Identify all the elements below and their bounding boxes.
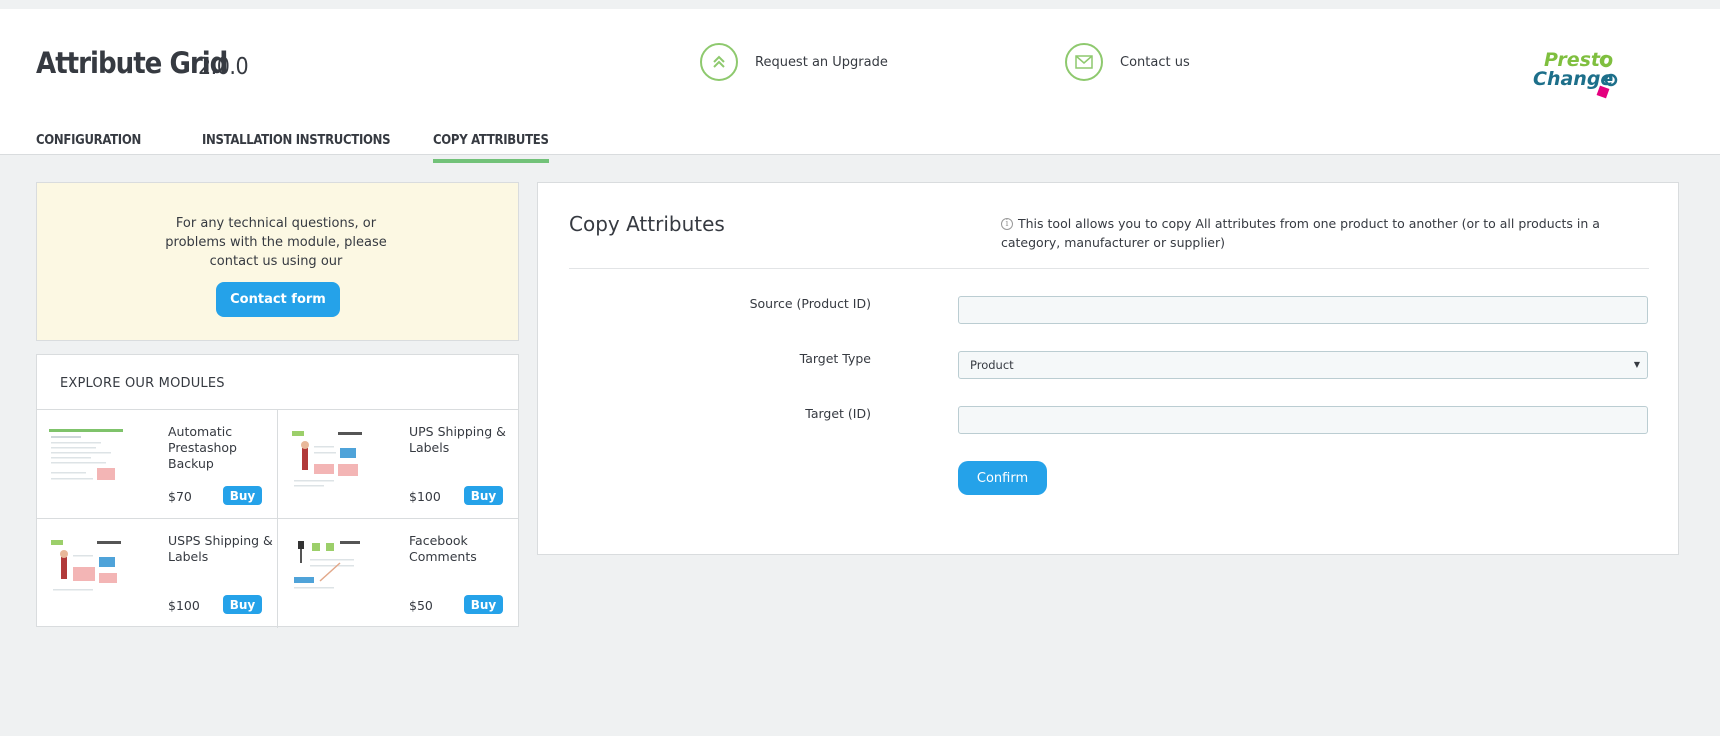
module-price: $50 (409, 598, 433, 613)
target-type-value: Product (970, 358, 1014, 372)
top-strip (0, 0, 1720, 9)
tab-configuration[interactable]: CONFIGURATION (36, 133, 141, 163)
module-name[interactable]: Automatic Prestashop Backup (168, 424, 273, 472)
panel-info: i This tool allows you to copy All attrib… (1001, 214, 1631, 252)
tab-copy-attributes[interactable]: COPY ATTRIBUTES (433, 133, 549, 163)
module-card: Facebook Comments $50 Buy (278, 519, 518, 628)
module-price: $100 (168, 598, 200, 613)
app-version: 2.0.0 (198, 54, 249, 80)
buy-button[interactable]: Buy (464, 595, 503, 614)
request-upgrade-link[interactable]: Request an Upgrade (700, 42, 888, 82)
panel-info-text: This tool allows you to copy All attribu… (1001, 216, 1600, 250)
copy-attributes-panel: Copy Attributes i This tool allows you to… (537, 182, 1679, 555)
target-type-label: Target Type (799, 351, 871, 366)
target-type-select[interactable]: Product ▼ (958, 351, 1648, 379)
contact-us-label: Contact us (1120, 54, 1190, 70)
modules-title: EXPLORE OUR MODULES (60, 376, 225, 391)
module-name[interactable]: Facebook Comments (409, 533, 514, 565)
tab-installation-instructions[interactable]: INSTALLATION INSTRUCTIONS (202, 133, 391, 163)
presto-changeo-logo: Presto Change (1530, 45, 1622, 103)
module-card: USPS Shipping & Labels $100 Buy (37, 519, 278, 628)
request-upgrade-label: Request an Upgrade (755, 54, 888, 70)
module-price: $100 (409, 489, 441, 504)
module-thumbnail[interactable] (290, 428, 364, 494)
chevron-down-icon: ▼ (1633, 360, 1640, 369)
source-product-id-label: Source (Product ID) (749, 296, 871, 311)
panel-title: Copy Attributes (569, 212, 725, 236)
info-icon: i (1001, 218, 1013, 230)
contact-form-button[interactable]: Contact form (216, 282, 340, 317)
double-chevron-up-icon (700, 43, 738, 81)
buy-button[interactable]: Buy (223, 595, 262, 614)
contact-us-link[interactable]: Contact us (1065, 42, 1190, 82)
target-id-label: Target (ID) (805, 406, 871, 421)
explore-modules-panel: EXPLORE OUR MODULES Automatic Prestashop… (36, 354, 519, 628)
module-thumbnail[interactable] (49, 428, 123, 494)
module-header: Attribute Grid 2.0.0 Request an Upgrade … (0, 9, 1720, 163)
confirm-button[interactable]: Confirm (958, 461, 1047, 495)
module-name[interactable]: USPS Shipping & Labels (168, 533, 273, 565)
module-card: Automatic Prestashop Backup $70 Buy (37, 410, 278, 519)
module-price: $70 (168, 489, 192, 504)
buy-button[interactable]: Buy (223, 486, 262, 505)
module-thumbnail[interactable] (290, 537, 364, 603)
panel-divider (569, 268, 1649, 269)
envelope-icon (1065, 43, 1103, 81)
source-product-id-input[interactable] (958, 296, 1648, 324)
target-id-input[interactable] (958, 406, 1648, 434)
module-card: UPS Shipping & Labels $100 Buy (278, 410, 518, 519)
help-text: For any technical questions, or problems… (165, 216, 387, 269)
module-thumbnail[interactable] (49, 537, 123, 603)
buy-button[interactable]: Buy (464, 486, 503, 505)
help-box: For any technical questions, or problems… (36, 182, 519, 341)
module-name[interactable]: UPS Shipping & Labels (409, 424, 514, 456)
